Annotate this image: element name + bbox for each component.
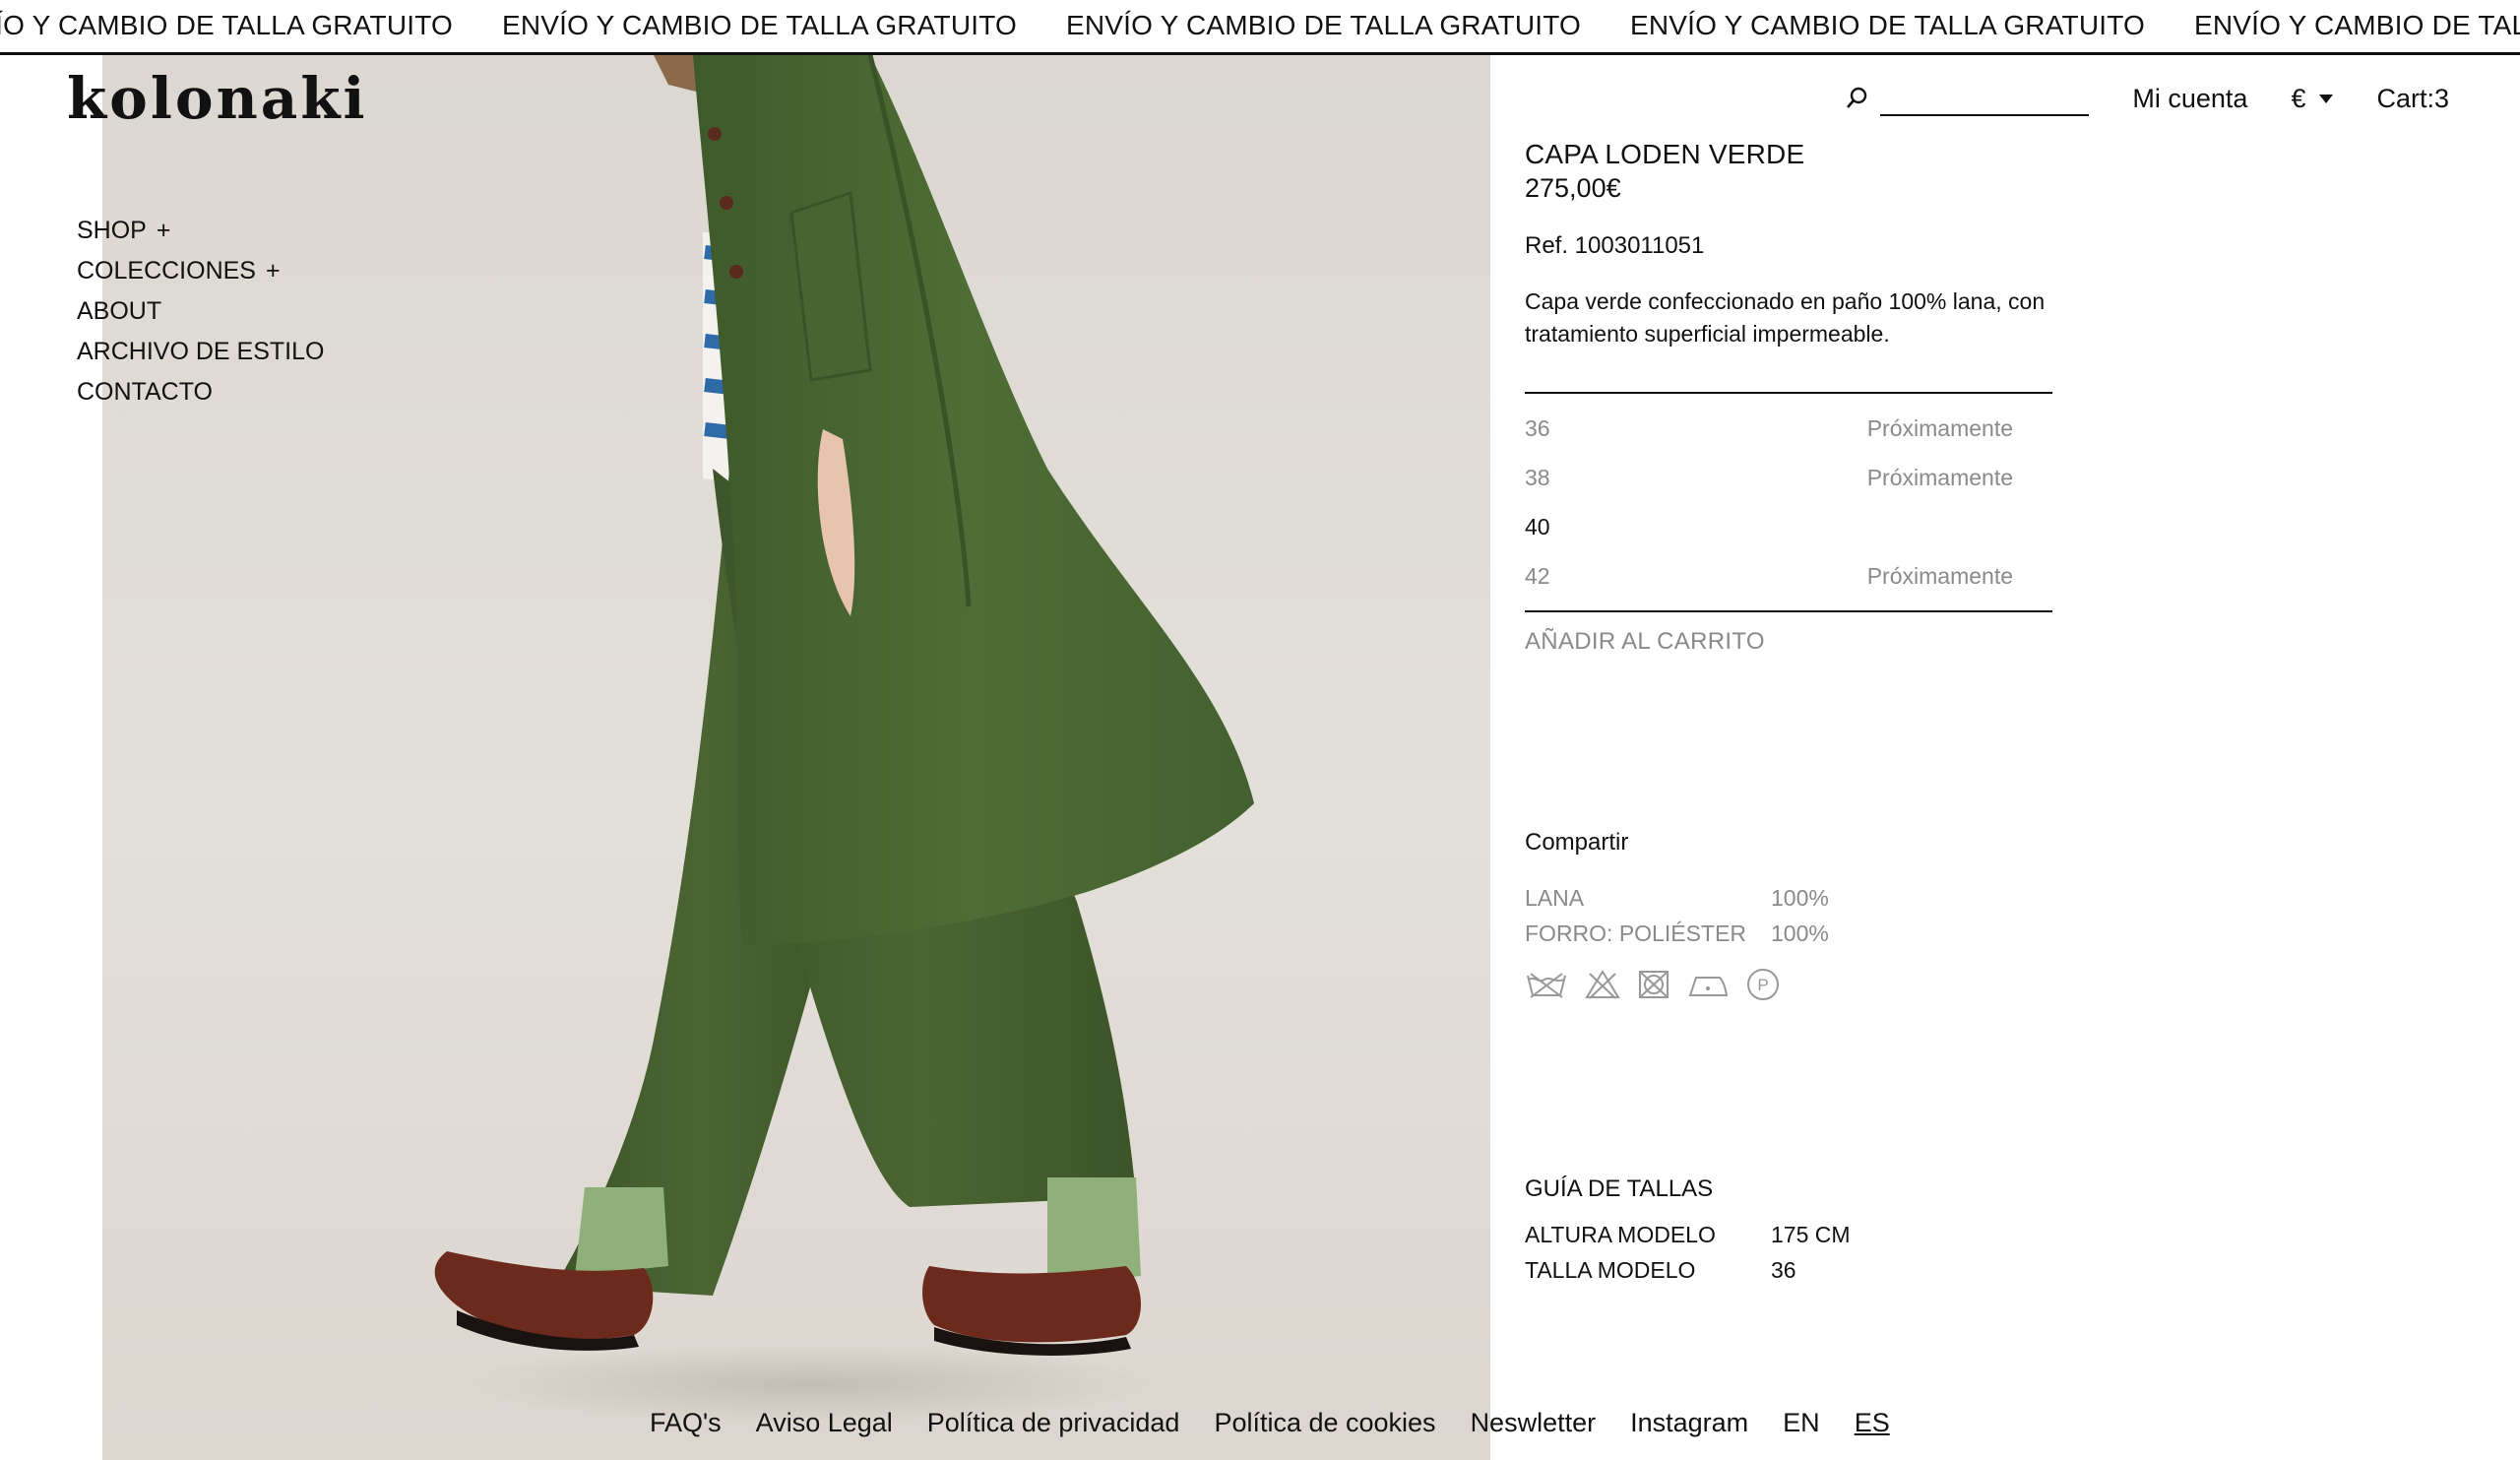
footer-link-privacidad[interactable]: Política de privacidad: [927, 1408, 1180, 1438]
size-guide-row: ALTURA MODELO 175 CM: [1525, 1217, 2052, 1252]
size-label: 40: [1525, 513, 1550, 540]
expand-icon[interactable]: +: [266, 257, 281, 285]
size-option[interactable]: 42 Próximamente: [1525, 551, 2052, 601]
composition: LANA 100% FORRO: POLIÉSTER 100%: [1525, 880, 2052, 951]
product-description: Capa verde confeccionado en paño 100% la…: [1525, 288, 2046, 347]
nav-item-label: ARCHIVO DE ESTILO: [77, 338, 325, 365]
composition-row: LANA 100%: [1525, 880, 2052, 916]
size-status: Próximamente: [1866, 562, 2013, 589]
language-en[interactable]: EN: [1783, 1408, 1820, 1438]
cart-link[interactable]: Cart:3: [2376, 84, 2449, 114]
size-guide: GUÍA DE TALLAS ALTURA MODELO 175 CM TALL…: [1525, 1175, 2052, 1288]
search-input[interactable]: [1880, 81, 2090, 116]
nav-item-shop[interactable]: SHOP +: [77, 211, 324, 251]
expand-icon[interactable]: +: [157, 217, 171, 244]
size-guide-value: 175 CM: [1771, 1221, 1851, 1247]
header-utilities: Mi cuenta € Cart:3: [1845, 81, 2449, 116]
nav-item-label: ABOUT: [77, 297, 162, 325]
size-status: Próximamente: [1866, 464, 2013, 490]
announcement-text: ENVÍO Y CAMBIO DE TALLA GRATUITO: [502, 10, 1017, 40]
footer-link-newsletter[interactable]: Neswletter: [1471, 1408, 1597, 1438]
main-nav: SHOP + COLECCIONES + ABOUT ARCHIVO DE ESTI…: [77, 211, 324, 413]
nav-item-archivo-de-estilo[interactable]: ARCHIVO DE ESTILO: [77, 332, 324, 372]
announcement-bar: ENVÍO Y CAMBIO DE TALLA GRATUITO ENVÍO Y…: [0, 0, 2520, 55]
language-es[interactable]: ES: [1855, 1408, 1890, 1438]
currency-value: €: [2291, 83, 2306, 113]
care-instructions: P: [1525, 967, 2052, 1002]
dry-clean-p-icon: P: [1747, 969, 1779, 1000]
composition-percent: 100%: [1771, 884, 1829, 911]
dry-clean-letter: P: [1757, 976, 1768, 994]
composition-material: LANA: [1525, 884, 1585, 911]
size-option[interactable]: 40: [1525, 502, 2052, 551]
size-selector: 36 Próximamente 38 Próximamente 40 42 Pr…: [1525, 392, 2052, 612]
footer-link-cookies[interactable]: Política de cookies: [1214, 1408, 1435, 1438]
nav-item-contacto[interactable]: CONTACTO: [77, 372, 324, 413]
composition-percent: 100%: [1771, 920, 1829, 946]
nav-item-about[interactable]: ABOUT: [77, 291, 324, 332]
no-tumble-dry-icon: [1639, 971, 1669, 998]
announcement-text: ENVÍO Y CAMBIO DE TALLA GRATUITO: [1066, 10, 1581, 40]
add-to-cart-button[interactable]: AÑADIR AL CARRITO: [1525, 628, 2052, 656]
composition-row: FORRO: POLIÉSTER 100%: [1525, 916, 2052, 951]
size-guide-rows: ALTURA MODELO 175 CM TALLA MODELO 36: [1525, 1217, 2052, 1288]
product-details: CAPA LODEN VERDE 275,00€ Ref. 1003011051…: [1525, 138, 2052, 1288]
footer-link-aviso-legal[interactable]: Aviso Legal: [756, 1408, 893, 1438]
announcement-track: ENVÍO Y CAMBIO DE TALLA GRATUITO ENVÍO Y…: [0, 10, 2520, 41]
size-label: 38: [1525, 464, 1550, 490]
iron-icon: [1688, 977, 1729, 996]
brand-logo[interactable]: kolonaki: [67, 65, 368, 132]
size-guide-label: ALTURA MODELO: [1525, 1221, 1716, 1247]
search-icon[interactable]: [1845, 86, 1868, 111]
size-label: 42: [1525, 562, 1550, 589]
footer-link-faqs[interactable]: FAQ's: [650, 1408, 722, 1438]
wash-icon: [1527, 973, 1566, 998]
nav-item-colecciones[interactable]: COLECCIONES +: [77, 251, 324, 291]
nav-item-label: SHOP: [77, 217, 147, 244]
size-guide-value: 36: [1771, 1256, 1796, 1283]
size-guide-label: TALLA MODELO: [1525, 1256, 1696, 1283]
nav-item-label: COLECCIONES: [77, 257, 256, 285]
product-title: CAPA LODEN VERDE: [1525, 139, 1805, 169]
composition-material: FORRO: POLIÉSTER: [1525, 920, 1746, 946]
footer-links: FAQ's Aviso Legal Política de privacidad…: [650, 1408, 1890, 1438]
no-bleach-icon: [1585, 970, 1620, 999]
size-status: Próximamente: [1866, 414, 2013, 441]
product-ref: Ref. 1003011051: [1525, 232, 1705, 259]
search-box: [1845, 81, 2090, 116]
account-link[interactable]: Mi cuenta: [2132, 84, 2247, 114]
nav-item-label: CONTACTO: [77, 378, 213, 406]
footer-link-instagram[interactable]: Instagram: [1630, 1408, 1748, 1438]
size-guide-row: TALLA MODELO 36: [1525, 1252, 2052, 1288]
announcement-text: ENVÍO Y CAMBIO DE TALLA GRATUITO: [1630, 10, 2145, 40]
announcement-text: ENVÍO Y CAMBIO DE TALLA GRATUITO: [0, 10, 453, 40]
size-option[interactable]: 38 Próximamente: [1525, 453, 2052, 502]
chevron-down-icon: [2319, 94, 2334, 103]
size-label: 36: [1525, 414, 1550, 441]
size-guide-title[interactable]: GUÍA DE TALLAS: [1525, 1175, 2052, 1203]
currency-selector[interactable]: €: [2291, 83, 2334, 114]
product-price: 275,00€: [1525, 173, 1621, 203]
share-link[interactable]: Compartir: [1525, 829, 2052, 857]
announcement-text: ENVÍO Y CAMBIO DE TALLA GRATUITO: [2194, 10, 2520, 40]
size-option[interactable]: 36 Próximamente: [1525, 404, 2052, 453]
